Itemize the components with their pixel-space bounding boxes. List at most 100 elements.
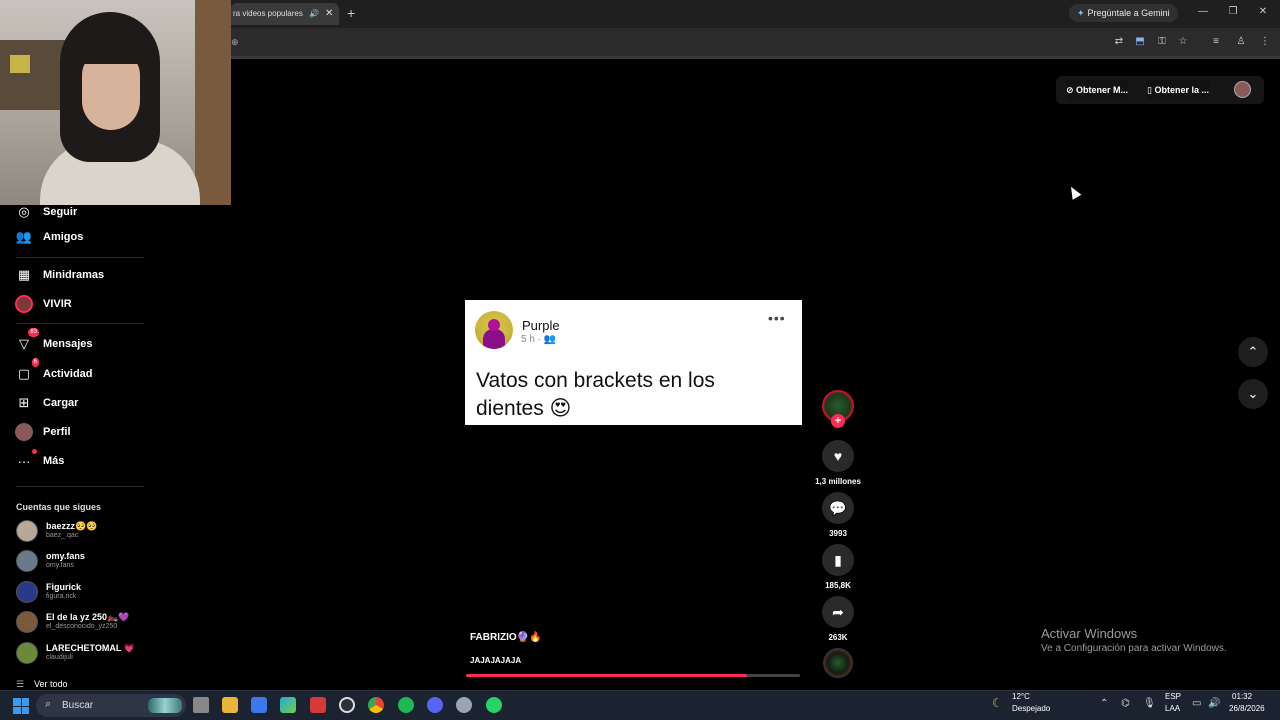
activation-title: Activar Windows (1041, 626, 1138, 641)
account-handle: baez_.qac (46, 532, 79, 539)
install-app-icon[interactable]: ⬒ (1133, 35, 1147, 49)
following-account[interactable]: baezzz🥺🥺 baez_.qac (16, 520, 216, 544)
weather-temp[interactable]: 12°C (1012, 692, 1030, 701)
wps-office-icon[interactable] (310, 697, 326, 713)
weather-moon-icon[interactable]: ☾ (992, 696, 1003, 710)
mouse-cursor-icon (1066, 184, 1082, 200)
account-handle: el_desconocido_yz250 (46, 623, 118, 630)
following-account[interactable]: Figurick figura.rick (16, 581, 216, 605)
sidebar-item-live[interactable]: VIVIR (14, 294, 72, 314)
sidebar-item-label: Cargar (43, 397, 79, 409)
sidebar-item-friends[interactable]: 👥 Amigos (14, 227, 83, 247)
post-meta: 5 h · 👥 (521, 334, 557, 345)
coin-icon: ⊘ (1066, 85, 1077, 95)
account-avatar (16, 642, 38, 664)
sidebar-item-profile[interactable]: Perfil (14, 422, 71, 442)
previous-video-button[interactable]: ⌃ (1238, 337, 1268, 367)
following-account[interactable]: El de la yz 250🏍️💜 el_desconocido_yz250 (16, 611, 216, 635)
sidebar-item-label: Más (43, 455, 65, 467)
taskbar-search[interactable]: ⌕ Buscar (36, 694, 186, 717)
settings-gear-icon[interactable] (456, 697, 472, 713)
save-button[interactable]: ▮ (822, 544, 854, 576)
network-icon[interactable]: ⌬ (1121, 698, 1130, 709)
like-button[interactable]: ♥ (822, 440, 854, 472)
profile-icon[interactable]: ♙ (1234, 35, 1248, 49)
translate-icon[interactable]: ⇄ (1112, 35, 1126, 49)
sidebar-item-label: Seguir (43, 206, 78, 218)
get-coins-button[interactable]: ⊘ Obtener M... (1066, 80, 1129, 100)
chevron-down-icon: ⌄ (1247, 386, 1259, 401)
sidebar-item-messages[interactable]: ▽ 83 Mensajes (14, 328, 93, 354)
whatsapp-icon[interactable] (486, 697, 502, 713)
get-app-button[interactable]: ▯ Obtener la ... (1147, 80, 1209, 100)
search-highlight-image (148, 698, 182, 713)
microsoft-store-icon[interactable] (251, 697, 267, 713)
follow-plus-button[interactable]: + (831, 414, 845, 428)
bookmark-star-icon[interactable]: ☆ (1176, 35, 1190, 49)
tab-title: ra videos populares (233, 9, 303, 18)
see-all-link[interactable]: ☰ Ver todo (16, 679, 68, 690)
new-tab-button[interactable]: + (347, 5, 361, 21)
heart-icon: ♥ (833, 448, 843, 464)
speaker-icon[interactable]: 🔊 (309, 3, 319, 25)
ask-gemini-label: Pregúntale a Gemini (1087, 8, 1170, 18)
chrome-icon[interactable] (368, 697, 384, 713)
following-section-title: Cuentas que sigues (16, 502, 102, 512)
password-key-icon[interactable]: ⚿ (1155, 35, 1169, 49)
volume-icon[interactable]: 🔊 (1208, 698, 1220, 709)
sidebar-item-minidramas[interactable]: ▦ Minidramas (14, 265, 104, 285)
share-arrow-icon: ➦ (832, 604, 844, 620)
minimize-button[interactable]: — (1193, 6, 1213, 17)
like-count: 1,3 millones (815, 477, 861, 486)
account-name: baezzz🥺🥺 (46, 521, 98, 531)
site-info-icon[interactable]: ⊕ (231, 37, 239, 48)
following-account[interactable]: LARECHETOMAL 💗 claudijuli (16, 642, 216, 666)
sidebar-item-label: Minidramas (43, 269, 105, 281)
file-explorer-icon[interactable] (222, 697, 238, 713)
upload-plus-icon: ⊞ (18, 395, 30, 410)
weather-desc: Despejado (1012, 704, 1051, 713)
comment-button[interactable]: 💬 (822, 492, 854, 524)
profile-avatar-icon (14, 422, 34, 442)
reading-list-icon[interactable]: ≡ (1209, 35, 1223, 49)
comment-icon: 💬 (829, 500, 847, 516)
task-view-icon[interactable] (193, 697, 209, 713)
share-button[interactable]: ➦ (822, 596, 854, 628)
account-avatar (16, 550, 38, 572)
windows-start-icon[interactable] (13, 698, 29, 714)
user-avatar[interactable] (1234, 81, 1251, 98)
next-video-button[interactable]: ⌄ (1238, 379, 1268, 409)
more-notification-dot (32, 449, 37, 454)
discord-icon[interactable] (427, 697, 443, 713)
copilot-icon[interactable] (280, 697, 296, 713)
video-post-card[interactable]: Purple 5 h · 👥 ••• Vatos con brackets en… (465, 300, 802, 425)
account-name: El de la yz 250🏍️💜 (46, 612, 130, 622)
display-icon[interactable]: ▭ (1192, 698, 1201, 709)
music-disc[interactable] (823, 648, 853, 678)
spotify-icon[interactable] (398, 697, 414, 713)
sidebar-item-more[interactable]: ··· Más (14, 449, 65, 471)
taskbar-search-label: Buscar (62, 700, 94, 711)
browser-tab[interactable]: ra videos populares 🔊 ✕ (231, 3, 339, 25)
bookmark-icon: ▮ (834, 552, 842, 568)
sidebar-item-following[interactable]: ◎ Seguir (14, 202, 77, 222)
tab-close-icon[interactable]: ✕ (325, 3, 333, 25)
restore-button[interactable]: ❐ (1223, 6, 1243, 17)
activation-subtitle: Ve a Configuración para activar Windows. (1041, 643, 1227, 654)
ask-gemini-button[interactable]: ✦ Pregúntale a Gemini (1069, 4, 1178, 22)
account-handle: omy.fans (46, 562, 74, 569)
microphone-icon[interactable]: 🎙 (1143, 698, 1156, 709)
sidebar-item-upload[interactable]: ⊞ Cargar (14, 393, 79, 413)
clock-time[interactable]: 01:32 (1232, 692, 1252, 701)
live-avatar-icon (14, 294, 34, 314)
video-author-name[interactable]: FABRIZIO🔮🔥 (470, 632, 542, 643)
video-progress-fill (466, 674, 747, 677)
close-window-button[interactable]: ✕ (1253, 6, 1273, 17)
menu-kebab-icon[interactable]: ⋮ (1258, 35, 1272, 49)
gemini-spark-icon: ✦ (1077, 8, 1085, 18)
tray-overflow-icon[interactable]: ⌃ (1100, 698, 1108, 709)
obs-icon[interactable] (339, 697, 355, 713)
keyboard-layout[interactable]: ESP (1165, 692, 1181, 701)
following-account[interactable]: omy.fans omy.fans (16, 550, 216, 574)
sidebar-item-activity[interactable]: ▢ 6 Actividad (14, 358, 93, 384)
